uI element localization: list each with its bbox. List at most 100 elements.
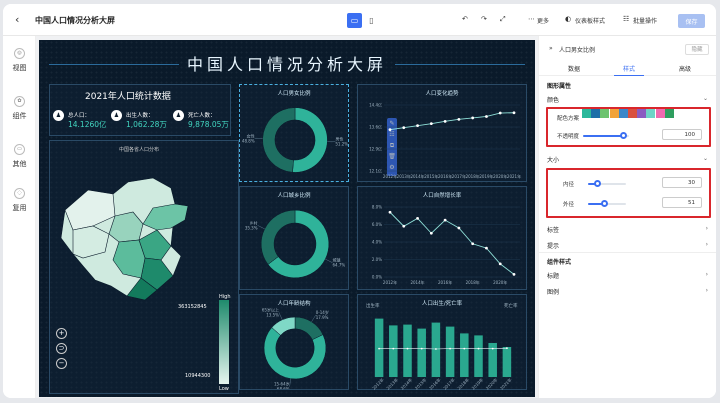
sidebar-item-other[interactable]: ▭ 其他 — [3, 144, 36, 169]
data-point — [485, 246, 488, 250]
sidebar-item-view[interactable]: ◎ 视图 — [3, 48, 36, 73]
sidebar-item-component[interactable]: ✿ 组件 — [3, 96, 36, 121]
label-section[interactable]: 标签 — [547, 225, 559, 234]
tab-advanced[interactable]: 高级 — [679, 64, 691, 73]
map-legend-high: High — [219, 294, 231, 300]
map-legend-gradient[interactable] — [219, 300, 229, 384]
birth-rate-bar — [389, 325, 398, 377]
undo-icon[interactable]: ↶ — [462, 15, 468, 23]
size-section[interactable]: 大小 — [547, 155, 559, 164]
person-icon: ♟ — [53, 110, 64, 121]
tab-data[interactable]: 数据 — [568, 64, 580, 73]
x-tick-label: 2017年 — [442, 376, 456, 390]
palette-swatch[interactable] — [628, 109, 637, 118]
desktop-view-icon[interactable]: ▭ — [347, 13, 362, 28]
urban-panel[interactable]: 人口城乡比例 城镇 64.7% 乡村 35.3% — [239, 186, 349, 290]
reset-icon[interactable]: ⊃ — [56, 343, 67, 354]
y-tick-label: 12.1亿 — [369, 168, 382, 174]
death-rate-point — [420, 347, 423, 350]
growth-panel[interactable]: 人口自然增长率 8.0% 6.0% 4.0% 2.0% 0.0% 2012年 2014年 201… — [357, 186, 527, 290]
x-tick-label: 2020年 — [484, 376, 498, 390]
age-panel[interactable]: 人口年龄结构0-14岁17.9%15-64岁68.6%65岁以上13.5% — [239, 294, 349, 390]
birth-rate-bar — [460, 333, 469, 377]
palette-swatch[interactable] — [609, 109, 619, 118]
inner-radius-input[interactable]: 30 — [662, 177, 702, 188]
data-point — [471, 242, 475, 246]
death-rate-point — [463, 347, 466, 350]
palette-swatch[interactable] — [618, 109, 628, 118]
mobile-view-icon[interactable]: ▯ — [364, 13, 379, 28]
palette-swatches[interactable] — [582, 109, 674, 118]
death-rate-point — [378, 347, 380, 350]
more-button[interactable]: 更多 — [537, 16, 549, 25]
property-panel: » 人口男女比例 隐藏 数据 样式 高级 图形属性 颜色 ⌄ 配色方案 不透明度… — [538, 36, 716, 398]
gender-donut: 男性51.2%女性48.8% — [242, 107, 348, 173]
palette-swatch[interactable] — [582, 109, 591, 118]
palette-swatch[interactable] — [600, 109, 610, 118]
hide-button[interactable]: 隐藏 — [685, 44, 709, 55]
save-button[interactable]: 保存 — [678, 14, 705, 28]
palette-swatch[interactable] — [646, 109, 656, 118]
back-icon[interactable]: ‹ — [15, 13, 19, 26]
death-rate-point — [392, 347, 395, 350]
zoom-out-icon[interactable]: − — [56, 358, 67, 369]
palette-swatch[interactable] — [664, 109, 674, 118]
opacity-input[interactable]: 100 — [662, 129, 702, 140]
data-point — [485, 115, 488, 118]
theme-button[interactable]: 仪表板样式 — [575, 16, 605, 25]
china-map[interactable] — [53, 168, 203, 308]
donut-slice — [294, 316, 324, 341]
zoom-in-icon[interactable]: + — [56, 328, 67, 339]
tooltip-section[interactable]: 提示 — [547, 241, 559, 250]
tab-style[interactable]: 样式 — [623, 64, 635, 73]
slice-value-label: 64.7% — [332, 263, 345, 268]
collapse-icon[interactable]: » — [549, 45, 553, 52]
header-line-right — [395, 64, 525, 65]
data-point — [443, 218, 447, 222]
data-point — [512, 272, 516, 276]
death-rate-point — [506, 347, 508, 350]
palette-swatch[interactable] — [655, 109, 665, 118]
batch-button[interactable]: 批量操作 — [633, 16, 657, 25]
x-tick-label: 2020年 — [493, 279, 507, 285]
batch-icon: ☷ — [623, 15, 630, 23]
chevron-right-icon[interactable]: › — [706, 241, 708, 248]
chevron-down-icon[interactable]: ⌄ — [703, 95, 708, 102]
age-donut: 0-14岁17.9%15-64岁68.6%65岁以上13.5% — [262, 306, 329, 389]
x-tick-label: 2015年 — [413, 376, 427, 390]
outer-radius-slider-handle[interactable] — [601, 200, 608, 207]
x-tick-label: 2016年 — [427, 376, 441, 390]
chevron-down-icon[interactable]: ⌄ — [703, 155, 708, 162]
trend-panel[interactable]: 人口变化趋势 14.4亿 13.6亿 12.9亿 12.1亿 2012年 2013年 2014… — [357, 84, 527, 182]
palette-swatch[interactable] — [591, 109, 601, 118]
palette-label: 配色方案 — [557, 116, 580, 122]
redo-icon[interactable]: ↷ — [481, 15, 487, 23]
birth-rate-bar — [417, 328, 426, 377]
gender-panel[interactable]: 人口男女比例 男性 51.2% 女性 48.8% — [239, 84, 349, 182]
page-title: 中国人口情况分析大屏 — [35, 16, 115, 25]
data-point — [457, 117, 461, 121]
legend-section[interactable]: 图例 — [547, 287, 559, 296]
person-icon: ♟ — [111, 110, 122, 121]
palette-swatch[interactable] — [637, 109, 647, 118]
opacity-slider-handle[interactable] — [620, 132, 627, 139]
fullscreen-icon[interactable]: ⤢ — [500, 15, 506, 24]
chevron-right-icon[interactable]: › — [706, 287, 708, 294]
sidebar-item-reuse[interactable]: ◌ 复用 — [3, 188, 36, 213]
heading-section[interactable]: 标题 — [547, 271, 559, 280]
color-section[interactable]: 颜色 — [547, 95, 559, 104]
slice-leader-line — [257, 225, 265, 230]
slice-value-label: 35.3% — [245, 225, 258, 230]
outer-radius-input[interactable]: 51 — [662, 197, 702, 208]
y-tick-label: 2.0% — [372, 257, 382, 262]
chevron-right-icon[interactable]: › — [706, 271, 708, 278]
chevron-right-icon[interactable]: › — [706, 225, 708, 232]
data-point — [416, 216, 419, 220]
header-line-left — [49, 64, 179, 65]
opacity-slider-fill — [583, 135, 623, 137]
trend-line-chart: 14.4亿 13.6亿 12.9亿 12.1亿2012年 2013年 2014年 2015年… — [369, 102, 521, 180]
birth-panel[interactable]: 人口出生/死亡率 出生率 死亡率 2012年 2013年 2014年 2015年 201… — [357, 294, 527, 391]
inner-radius-slider-handle[interactable] — [594, 180, 601, 187]
y-tick-label: 12.9亿 — [369, 146, 382, 152]
urban-donut: 城镇64.7%乡村35.3% — [245, 209, 345, 279]
